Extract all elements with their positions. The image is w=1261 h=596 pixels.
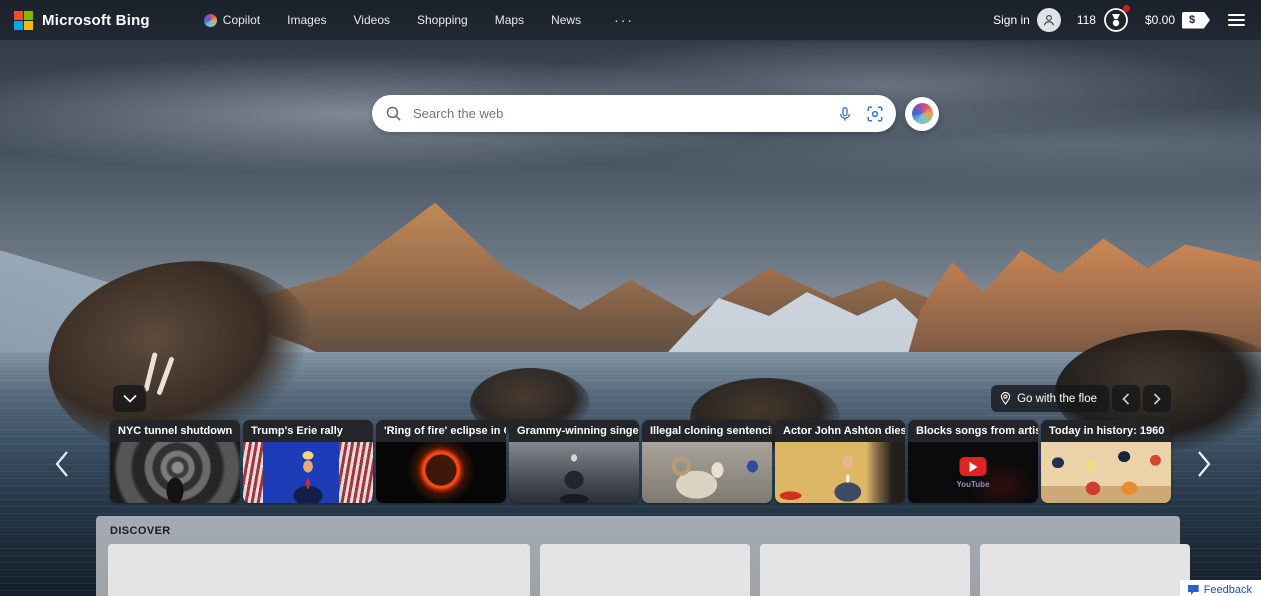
nav-item-images[interactable]: Images <box>287 13 326 27</box>
nav-item-videos[interactable]: Videos <box>354 13 390 27</box>
chevron-left-icon <box>1122 393 1130 405</box>
discover-cards <box>96 544 1180 596</box>
news-card-thumbnail <box>775 442 905 503</box>
feedback-button[interactable]: Feedback <box>1180 580 1261 596</box>
nav-item-maps[interactable]: Maps <box>495 13 524 27</box>
cashback-tag-icon: $ <box>1182 12 1210 29</box>
chevron-left-icon <box>54 450 70 478</box>
news-card[interactable]: Trump's Erie rally <box>243 420 373 503</box>
nav-item-copilot[interactable]: Copilot <box>204 13 260 27</box>
news-card[interactable]: Actor John Ashton dies <box>775 420 905 503</box>
rewards-medal-icon <box>1103 7 1129 33</box>
collapse-feed-button[interactable] <box>113 385 146 412</box>
news-card[interactable]: NYC tunnel shutdown <box>110 420 240 503</box>
nav-more-ellipsis-icon[interactable]: ··· <box>614 12 634 28</box>
image-caption-button[interactable]: Go with the floe <box>991 385 1109 412</box>
discover-title: DISCOVER <box>96 516 1180 544</box>
hero-image-controls: Go with the floe <box>991 385 1171 412</box>
news-card-title: 'Ring of fire' eclipse in Oct <box>376 420 506 442</box>
discover-card[interactable] <box>108 544 530 596</box>
nav-item-shopping[interactable]: Shopping <box>417 13 468 27</box>
nav-label: News <box>551 13 581 27</box>
news-card-thumbnail <box>243 442 373 503</box>
youtube-play-icon <box>960 457 987 476</box>
feedback-icon <box>1188 585 1199 595</box>
chevron-right-icon <box>1196 450 1212 478</box>
copilot-icon <box>912 103 933 124</box>
news-card-title: Actor John Ashton dies <box>775 420 905 442</box>
discover-panel: DISCOVER <box>96 516 1180 596</box>
news-card-thumbnail: YouTube <box>908 442 1038 503</box>
search-icon <box>385 105 402 122</box>
news-card-title: Grammy-winning singer dies <box>509 420 639 442</box>
bing-homepage: Microsoft Bing Copilot Images Videos Sho… <box>0 0 1261 596</box>
microsoft-logo-icon[interactable] <box>14 11 33 30</box>
news-carousel: NYC tunnel shutdown Trump's Erie rally '… <box>110 420 1171 503</box>
news-card-title: Blocks songs from artists <box>908 420 1038 442</box>
search-area <box>372 95 939 132</box>
news-card[interactable]: 'Ring of fire' eclipse in Oct <box>376 420 506 503</box>
news-card[interactable]: Grammy-winning singer dies <box>509 420 639 503</box>
search-bar[interactable] <box>372 95 896 132</box>
discover-card[interactable] <box>540 544 750 596</box>
copilot-search-button[interactable] <box>905 97 939 131</box>
location-pin-icon <box>1000 392 1011 405</box>
news-card[interactable]: Today in history: 1960 <box>1041 420 1171 503</box>
hamburger-menu-icon[interactable] <box>1226 10 1247 30</box>
news-card[interactable]: Blocks songs from artists YouTube <box>908 420 1038 503</box>
visual-search-icon[interactable] <box>866 105 884 123</box>
news-card-thumbnail <box>110 442 240 503</box>
brand-title[interactable]: Microsoft Bing <box>42 12 150 29</box>
next-image-button[interactable] <box>1143 385 1171 412</box>
hero-background-image <box>0 0 1261 596</box>
mic-icon[interactable] <box>837 105 853 123</box>
sign-in-label: Sign in <box>993 13 1030 27</box>
cashback-amount: $0.00 <box>1145 13 1175 27</box>
news-card-thumbnail <box>642 442 772 503</box>
nav-label: Images <box>287 13 326 27</box>
top-right-controls: Sign in 118 $ <box>993 7 1247 33</box>
cashback-button[interactable]: $0.00 $ <box>1145 12 1210 29</box>
news-card-thumbnail <box>1041 442 1171 503</box>
news-card-title: NYC tunnel shutdown <box>110 420 240 442</box>
news-card-thumbnail <box>509 442 639 503</box>
news-card-thumbnail <box>376 442 506 503</box>
rewards-points: 118 <box>1077 13 1096 27</box>
discover-card[interactable] <box>760 544 970 596</box>
notification-dot <box>1123 5 1130 12</box>
nav-label: Shopping <box>417 13 468 27</box>
nav-item-news[interactable]: News <box>551 13 581 27</box>
copilot-icon <box>204 14 217 27</box>
prev-image-button[interactable] <box>1112 385 1140 412</box>
news-card-title: Illegal cloning sentencing <box>642 420 772 442</box>
sign-in-button[interactable]: Sign in <box>993 8 1061 32</box>
signin-avatar-icon <box>1037 8 1061 32</box>
nav-label: Maps <box>495 13 524 27</box>
carousel-prev-button[interactable] <box>54 450 70 478</box>
chevron-down-icon <box>123 394 137 403</box>
discover-card[interactable] <box>980 544 1190 596</box>
carousel-next-button[interactable] <box>1196 450 1212 478</box>
news-card[interactable]: Illegal cloning sentencing <box>642 420 772 503</box>
primary-nav: Copilot Images Videos Shopping Maps News… <box>204 12 634 28</box>
rewards-button[interactable]: 118 <box>1077 7 1129 33</box>
news-card-title: Trump's Erie rally <box>243 420 373 442</box>
image-caption-label: Go with the floe <box>1017 393 1097 405</box>
feedback-label: Feedback <box>1204 584 1252 596</box>
top-navigation-bar: Microsoft Bing Copilot Images Videos Sho… <box>0 0 1261 40</box>
search-input[interactable] <box>411 105 837 122</box>
youtube-wordmark: YouTube <box>908 480 1038 489</box>
nav-label: Videos <box>354 13 390 27</box>
chevron-right-icon <box>1153 393 1161 405</box>
news-card-title: Today in history: 1960 <box>1041 420 1171 442</box>
cashback-tag-symbol: $ <box>1189 14 1195 26</box>
nav-label: Copilot <box>223 13 260 27</box>
